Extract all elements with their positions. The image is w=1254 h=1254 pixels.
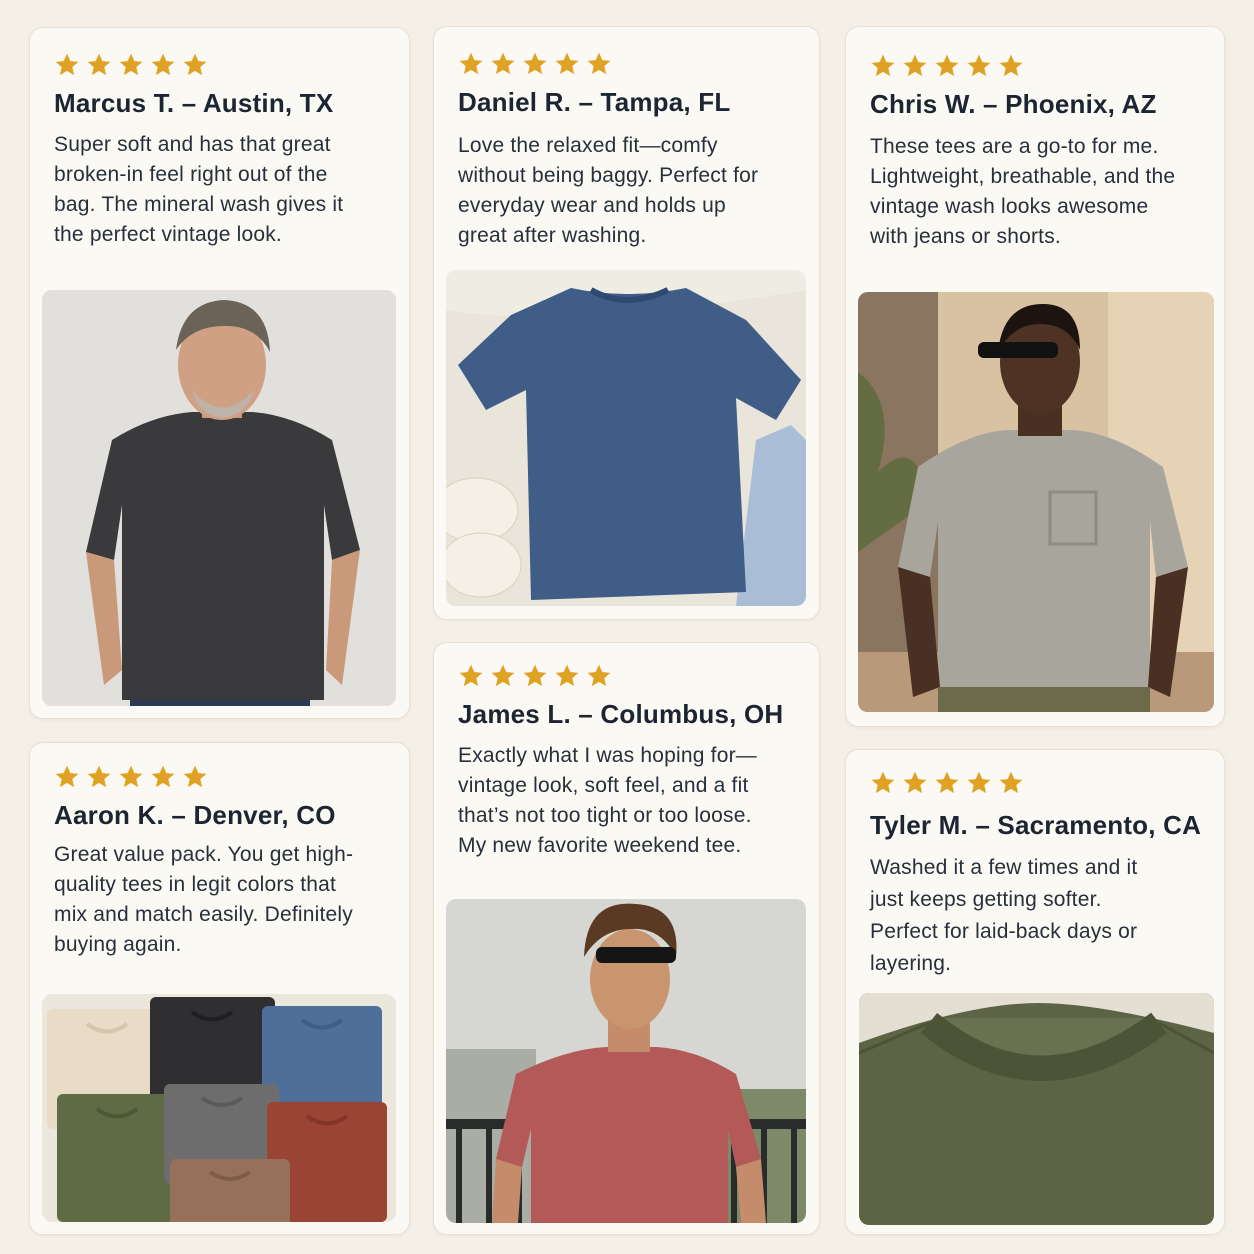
star-icon (118, 52, 144, 78)
star-icon (870, 770, 896, 796)
star-icon (182, 764, 208, 790)
review-card: Aaron K. – Denver, CO Great value pack. … (29, 742, 410, 1235)
star-icon (182, 52, 208, 78)
review-photo (446, 899, 806, 1223)
star-icon (966, 53, 992, 79)
star-icon (554, 51, 580, 77)
review-text: These tees are a go-to for me. Lightweig… (870, 135, 1176, 248)
reviewer-name: Marcus T. – Austin, TX (54, 88, 334, 118)
reviewer-name: Aaron K. – Denver, CO (54, 800, 336, 830)
star-rating (54, 52, 208, 78)
star-icon (458, 51, 484, 77)
star-rating (870, 53, 1024, 79)
star-icon (118, 764, 144, 790)
tee-olive (57, 1094, 182, 1222)
star-icon (490, 51, 516, 77)
reviewer-name: Chris W. – Phoenix, AZ (870, 89, 1157, 119)
review-photo (42, 994, 396, 1222)
star-icon (902, 770, 928, 796)
tee-brown (170, 1159, 290, 1222)
star-icon (554, 663, 580, 689)
star-icon (934, 770, 960, 796)
star-icon (998, 770, 1024, 796)
review-card: Chris W. – Phoenix, AZ These tees are a … (845, 26, 1225, 727)
review-photo (446, 270, 806, 606)
star-icon (522, 51, 548, 77)
review-photo (858, 292, 1214, 712)
star-icon (966, 770, 992, 796)
review-text: Super soft and has that great broken-in … (54, 133, 344, 246)
reviewer-name: Tyler M. – Sacramento, CA (870, 810, 1202, 840)
star-rating (458, 51, 612, 77)
reviewer-name: Daniel R. – Tampa, FL (458, 87, 731, 117)
star-icon (586, 51, 612, 77)
reviewer-name: James L. – Columbus, OH (458, 699, 784, 729)
star-icon (54, 52, 80, 78)
star-rating (458, 663, 612, 689)
shirt-shape (898, 430, 1188, 692)
star-icon (586, 663, 612, 689)
star-icon (86, 764, 112, 790)
review-card: Daniel R. – Tampa, FL Love the relaxed f… (433, 26, 820, 620)
review-card: James L. – Columbus, OH Exactly what I w… (433, 642, 820, 1235)
star-icon (934, 53, 960, 79)
review-text: Washed it a few times and it just keeps … (870, 856, 1138, 975)
star-icon (458, 663, 484, 689)
star-icon (150, 52, 176, 78)
shirt-shape (496, 1047, 761, 1223)
review-text: Exactly what I was hoping for—vintage lo… (458, 744, 757, 857)
star-icon (150, 764, 176, 790)
review-card: Tyler M. – Sacramento, CA Washed it a fe… (845, 749, 1225, 1235)
review-text: Love the relaxed fit—comfy without being… (458, 134, 759, 247)
star-rating (870, 770, 1024, 796)
shirt-shape (86, 412, 360, 700)
star-icon (522, 663, 548, 689)
star-icon (902, 53, 928, 79)
star-icon (490, 663, 516, 689)
review-card: Marcus T. – Austin, TX Super soft and ha… (29, 27, 410, 719)
review-photo (42, 290, 396, 706)
star-icon (86, 52, 112, 78)
star-icon (998, 53, 1024, 79)
review-photo (859, 993, 1214, 1225)
star-icon (54, 764, 80, 790)
star-icon (870, 53, 896, 79)
star-rating (54, 764, 208, 790)
review-text: Great value pack. You get high-quality t… (54, 843, 354, 956)
